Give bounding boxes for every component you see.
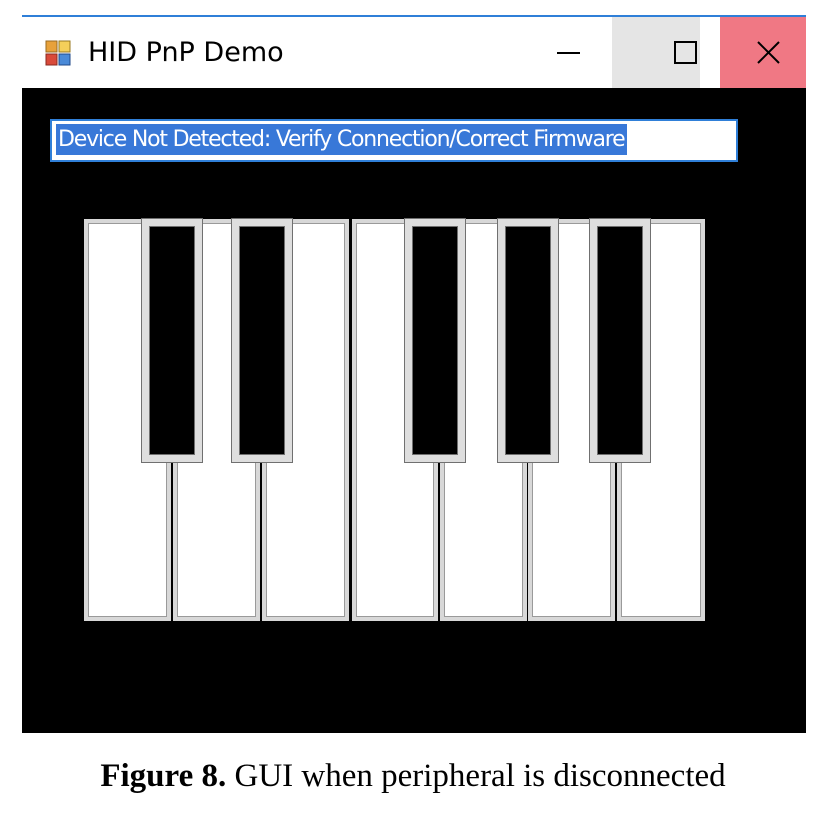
black-key-d-sharp[interactable]	[232, 219, 292, 462]
figure-label: Figure 8.	[100, 758, 227, 794]
minimize-button[interactable]	[524, 17, 612, 88]
black-key-f-sharp[interactable]	[405, 219, 465, 462]
app-icon	[44, 39, 72, 67]
title-bar[interactable]: HID PnP Demo	[22, 17, 806, 88]
black-key-g-sharp[interactable]	[498, 219, 558, 462]
maximize-icon	[674, 41, 697, 64]
app-window: HID PnP Demo Device Not Detected: Verify…	[22, 15, 806, 733]
status-textbox[interactable]: Device Not Detected: Verify Connection/C…	[50, 119, 738, 162]
figure-caption: Figure 8. GUI when peripheral is disconn…	[0, 758, 826, 795]
figure-caption-text: GUI when peripheral is disconnected	[234, 758, 726, 794]
black-key-a-sharp[interactable]	[590, 219, 650, 462]
maximize-button[interactable]	[612, 17, 700, 88]
close-button[interactable]	[720, 17, 806, 88]
window-title: HID PnP Demo	[88, 37, 284, 68]
minimize-icon	[557, 52, 580, 54]
status-text: Device Not Detected: Verify Connection/C…	[56, 124, 628, 155]
close-icon	[757, 41, 780, 64]
black-key-c-sharp[interactable]	[142, 219, 202, 462]
